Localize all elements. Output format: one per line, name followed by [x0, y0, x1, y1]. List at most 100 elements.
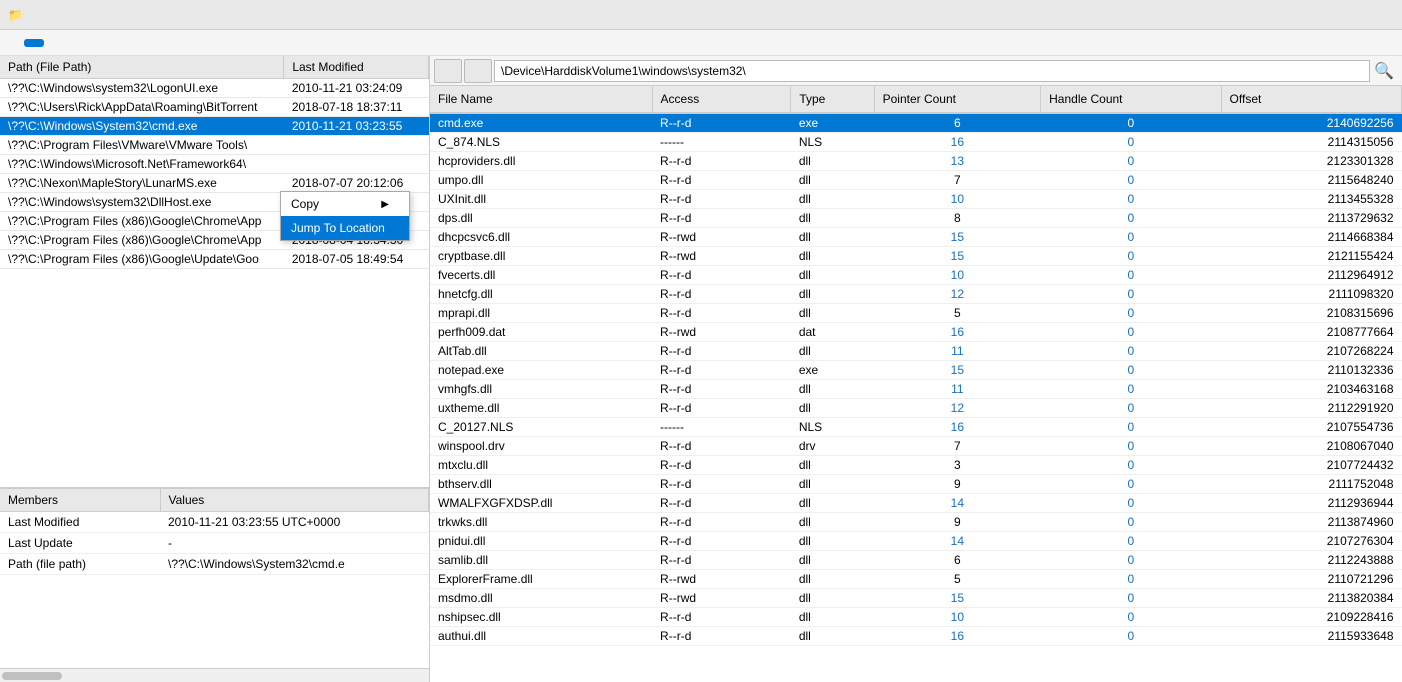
- left-table-row[interactable]: \??\C:\Nexon\MapleStory\LunarMS.exe 2018…: [0, 174, 429, 193]
- left-hscroll[interactable]: [0, 668, 429, 682]
- row-offset: 2108067040: [1221, 437, 1401, 456]
- right-table-row[interactable]: msdmo.dll R--rwd dll 15 0 2113820384: [430, 589, 1402, 608]
- path-input[interactable]: [494, 60, 1370, 82]
- row-pointer: 10: [874, 608, 1041, 627]
- row-offset: 2113874960: [1221, 513, 1401, 532]
- right-table-row[interactable]: uxtheme.dll R--r-d dll 12 0 2112291920: [430, 399, 1402, 418]
- row-filename: ExplorerFrame.dll: [430, 570, 652, 589]
- row-type: dll: [791, 399, 874, 418]
- col-modified-header: Last Modified: [284, 56, 429, 79]
- left-table-row[interactable]: \??\C:\Users\Rick\AppData\Roaming\BitTor…: [0, 98, 429, 117]
- row-filename: dhcpcsvc6.dll: [430, 228, 652, 247]
- maximize-button[interactable]: [1302, 0, 1348, 30]
- right-table-row[interactable]: ExplorerFrame.dll R--rwd dll 5 0 2110721…: [430, 570, 1402, 589]
- right-table-row[interactable]: dhcpcsvc6.dll R--rwd dll 15 0 2114668384: [430, 228, 1402, 247]
- right-table-row[interactable]: WMALFXGFXDSP.dll R--r-d dll 14 0 2112936…: [430, 494, 1402, 513]
- forward-button[interactable]: [464, 59, 492, 83]
- row-type: dll: [791, 342, 874, 361]
- main-content: Path (File Path) Last Modified \??\C:\Wi…: [0, 56, 1402, 682]
- row-handle: 0: [1041, 608, 1221, 627]
- members-table-body: Last Modified 2010-11-21 03:23:55 UTC+00…: [0, 512, 429, 575]
- row-filename: nshipsec.dll: [430, 608, 652, 627]
- row-access: R--r-d: [652, 532, 791, 551]
- row-offset: 2107554736: [1221, 418, 1401, 437]
- minimize-button[interactable]: [1256, 0, 1302, 30]
- row-offset: 2113455328: [1221, 190, 1401, 209]
- left-table-row[interactable]: \??\C:\Program Files\VMware\VMware Tools…: [0, 136, 429, 155]
- right-table-container[interactable]: File Name Access Type Pointer Count Hand…: [430, 86, 1402, 682]
- right-table-row[interactable]: cmd.exe R--r-d exe 6 0 2140692256: [430, 113, 1402, 133]
- row-offset: 2108777664: [1221, 323, 1401, 342]
- right-table-row[interactable]: umpo.dll R--r-d dll 7 0 2115648240: [430, 171, 1402, 190]
- row-filename: authui.dll: [430, 627, 652, 646]
- right-table-row[interactable]: trkwks.dll R--r-d dll 9 0 2113874960: [430, 513, 1402, 532]
- row-offset: 2114668384: [1221, 228, 1401, 247]
- right-table-row[interactable]: vmhgfs.dll R--r-d dll 11 0 2103463168: [430, 380, 1402, 399]
- row-filename: hcproviders.dll: [430, 152, 652, 171]
- left-table-row[interactable]: \??\C:\Windows\system32\LogonUI.exe 2010…: [0, 79, 429, 98]
- right-table-row[interactable]: bthserv.dll R--r-d dll 9 0 2111752048: [430, 475, 1402, 494]
- row-pointer: 12: [874, 285, 1041, 304]
- back-button[interactable]: [434, 59, 462, 83]
- menu-user-assist[interactable]: [4, 39, 24, 47]
- right-table-row[interactable]: authui.dll R--r-d dll 16 0 2115933648: [430, 627, 1402, 646]
- ctx-jump-to-location[interactable]: Jump To Location: [281, 216, 409, 240]
- row-pointer: 10: [874, 266, 1041, 285]
- right-table-row[interactable]: winspool.drv R--r-d drv 7 0 2108067040: [430, 437, 1402, 456]
- right-table-row[interactable]: dps.dll R--r-d dll 8 0 2113729632: [430, 209, 1402, 228]
- left-row-path: \??\C:\Nexon\MapleStory\LunarMS.exe: [0, 174, 284, 193]
- right-table-row[interactable]: pnidui.dll R--r-d dll 14 0 2107276304: [430, 532, 1402, 551]
- row-access: R--r-d: [652, 209, 791, 228]
- go-button[interactable]: 🔍: [1370, 59, 1398, 83]
- row-pointer: 7: [874, 437, 1041, 456]
- row-type: dll: [791, 285, 874, 304]
- row-access: R--r-d: [652, 608, 791, 627]
- right-table-row[interactable]: mtxclu.dll R--r-d dll 3 0 2107724432: [430, 456, 1402, 475]
- row-handle: 0: [1041, 152, 1221, 171]
- context-menu: Copy ▶ Jump To Location: [280, 191, 410, 241]
- right-table-row[interactable]: hcproviders.dll R--r-d dll 13 0 21233013…: [430, 152, 1402, 171]
- row-pointer: 5: [874, 304, 1041, 323]
- right-table-row[interactable]: nshipsec.dll R--r-d dll 10 0 2109228416: [430, 608, 1402, 627]
- menu-shim-cache[interactable]: [24, 39, 44, 47]
- close-button[interactable]: [1348, 0, 1394, 30]
- row-filename: notepad.exe: [430, 361, 652, 380]
- ctx-copy[interactable]: Copy ▶: [281, 192, 409, 216]
- title-icon: 📁: [8, 8, 23, 22]
- row-access: R--r-d: [652, 475, 791, 494]
- row-access: ------: [652, 418, 791, 437]
- left-table-container[interactable]: Path (File Path) Last Modified \??\C:\Wi…: [0, 56, 429, 488]
- row-pointer: 11: [874, 342, 1041, 361]
- row-type: dll: [791, 228, 874, 247]
- right-panel: 🔍 File Name Access Type Pointer Count Ha…: [430, 56, 1402, 682]
- row-offset: 2111098320: [1221, 285, 1401, 304]
- left-table-row[interactable]: \??\C:\Windows\Microsoft.Net\Framework64…: [0, 155, 429, 174]
- member-value: \??\C:\Windows\System32\cmd.e: [160, 554, 429, 575]
- row-access: R--r-d: [652, 285, 791, 304]
- right-table-row[interactable]: samlib.dll R--r-d dll 6 0 2112243888: [430, 551, 1402, 570]
- left-table-row[interactable]: \??\C:\Windows\System32\cmd.exe 2010-11-…: [0, 117, 429, 136]
- right-table-row[interactable]: fvecerts.dll R--r-d dll 10 0 2112964912: [430, 266, 1402, 285]
- col-values-header: Values: [160, 489, 429, 512]
- row-handle: 0: [1041, 380, 1221, 399]
- row-handle: 0: [1041, 399, 1221, 418]
- right-table-row[interactable]: perfh009.dat R--rwd dat 16 0 2108777664: [430, 323, 1402, 342]
- row-access: R--r-d: [652, 171, 791, 190]
- right-table-row[interactable]: notepad.exe R--r-d exe 15 0 2110132336: [430, 361, 1402, 380]
- right-table-row[interactable]: hnetcfg.dll R--r-d dll 12 0 2111098320: [430, 285, 1402, 304]
- right-table-row[interactable]: C_874.NLS ------ NLS 16 0 2114315056: [430, 133, 1402, 152]
- row-offset: 2114315056: [1221, 133, 1401, 152]
- ctx-copy-arrow: ▶: [381, 199, 389, 210]
- row-filename: pnidui.dll: [430, 532, 652, 551]
- row-filename: perfh009.dat: [430, 323, 652, 342]
- row-offset: 2121155424: [1221, 247, 1401, 266]
- row-type: dat: [791, 323, 874, 342]
- right-table-row[interactable]: UXInit.dll R--r-d dll 10 0 2113455328: [430, 190, 1402, 209]
- right-table-row[interactable]: AltTab.dll R--r-d dll 11 0 2107268224: [430, 342, 1402, 361]
- right-table-row[interactable]: cryptbase.dll R--rwd dll 15 0 2121155424: [430, 247, 1402, 266]
- row-type: dll: [791, 570, 874, 589]
- right-table-row[interactable]: mprapi.dll R--r-d dll 5 0 2108315696: [430, 304, 1402, 323]
- left-table-row[interactable]: \??\C:\Program Files (x86)\Google\Update…: [0, 250, 429, 269]
- row-offset: 2112291920: [1221, 399, 1401, 418]
- right-table-row[interactable]: C_20127.NLS ------ NLS 16 0 2107554736: [430, 418, 1402, 437]
